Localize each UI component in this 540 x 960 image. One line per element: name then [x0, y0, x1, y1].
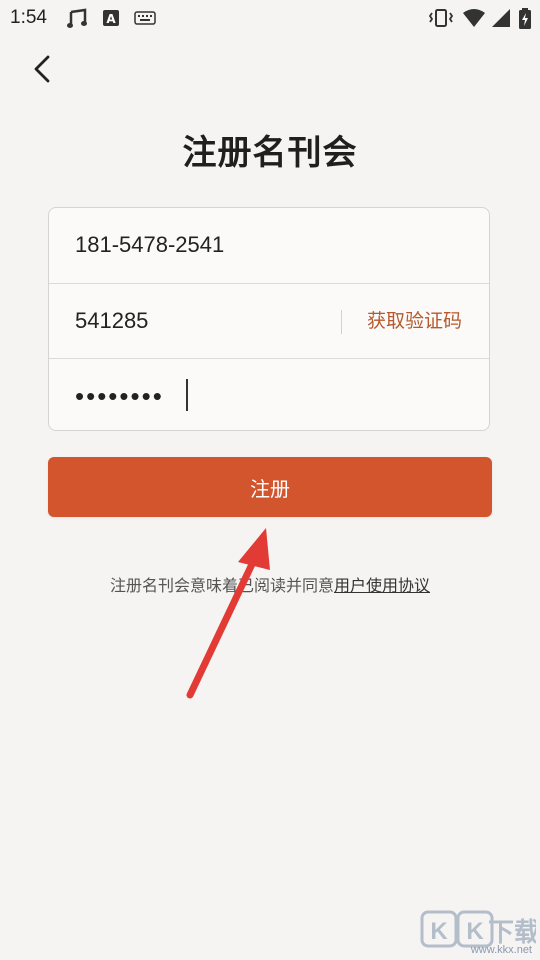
back-button[interactable] — [24, 50, 64, 90]
arrow-head — [238, 528, 270, 570]
verification-code-input[interactable] — [75, 284, 325, 358]
code-divider — [341, 310, 342, 334]
text-a-icon: A — [103, 10, 119, 26]
chevron-left-icon — [34, 55, 50, 83]
svg-text:K: K — [430, 918, 448, 945]
code-row: 获取验证码 — [49, 283, 489, 358]
page-title: 注册名刊会 — [182, 133, 358, 173]
user-agreement-link[interactable]: 用户使用协议 — [334, 576, 430, 595]
battery-charging-icon — [519, 8, 531, 29]
agreement-text: 注册名刊会意味着已阅读并同意用户使用协议 — [0, 572, 540, 596]
watermark-url: www.kkx.net — [470, 944, 532, 956]
music-note-icon — [67, 8, 87, 28]
text-cursor — [186, 379, 188, 411]
password-input[interactable] — [75, 359, 455, 433]
password-row — [49, 358, 489, 433]
status-time: 1:54 — [10, 7, 47, 28]
svg-text:A: A — [106, 12, 116, 26]
status-bar: 1:54 A — [0, 0, 540, 36]
keyboard-icon — [134, 11, 156, 25]
signal-icon — [492, 9, 510, 27]
register-button[interactable]: 注册 — [48, 457, 492, 517]
agreement-prefix: 注册名刊会意味着已阅读并同意 — [109, 576, 334, 595]
get-code-button[interactable]: 获取验证码 — [367, 284, 462, 358]
vibrate-icon — [428, 9, 454, 27]
register-form: 获取验证码 — [48, 207, 490, 433]
phone-input[interactable] — [75, 208, 455, 282]
svg-text:K: K — [466, 918, 484, 945]
phone-row — [49, 208, 489, 282]
wifi-icon — [463, 9, 485, 27]
